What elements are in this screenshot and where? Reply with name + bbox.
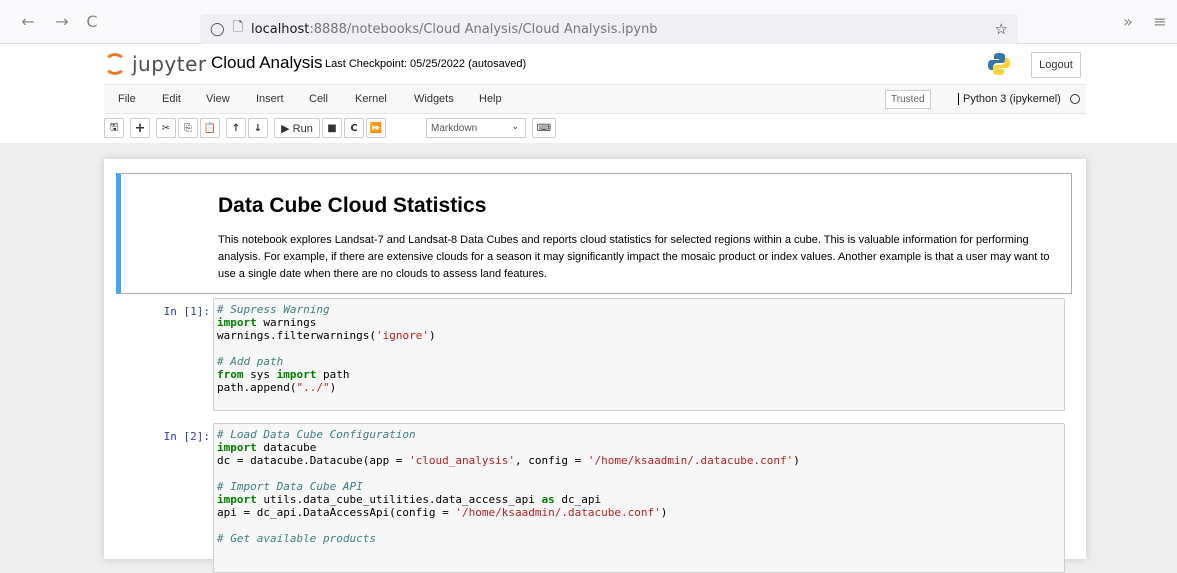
checkpoint-status: Last Checkpoint: 05/25/2022 (autosaved) [325, 58, 527, 70]
menu-cell[interactable]: Cell [309, 93, 328, 105]
browser-toolbar: ← → C ◯ 🗋 localhost:8888/notebooks/Cloud… [0, 0, 1177, 44]
cell-type-select[interactable]: Markdown ⌄ [426, 118, 526, 138]
back-arrow-icon[interactable]: ← [18, 11, 38, 31]
run-button[interactable]: ▶ Run [274, 118, 320, 138]
menu-widgets[interactable]: Widgets [414, 93, 454, 105]
menu-view[interactable]: View [206, 93, 230, 105]
menu-bar: File Edit View Insert Cell Kernel Widget… [104, 84, 1086, 114]
markdown-paragraph: This notebook explores Landsat-7 and Lan… [218, 234, 1050, 280]
python-logo-icon [988, 53, 1010, 75]
cell-prompt: In [1]: [163, 305, 210, 318]
interrupt-button[interactable]: ■ [322, 118, 342, 138]
cut-button[interactable]: ✂ [156, 118, 176, 138]
notebook-container: Data Cube Cloud Statistics This notebook… [104, 159, 1086, 573]
jupyter-logo-icon [104, 53, 126, 75]
save-button[interactable]: 🖫 [104, 118, 124, 138]
move-down-button[interactable]: ↓ [248, 118, 268, 138]
shield-icon: ◯ [210, 21, 225, 37]
hamburger-menu-icon[interactable]: ≡ [1150, 11, 1170, 31]
copy-button[interactable]: ⎘ [178, 118, 198, 138]
menu-kernel[interactable]: Kernel [355, 93, 387, 105]
kernel-name[interactable]: Python 3 (ipykernel) [958, 93, 1061, 105]
bookmark-star-icon[interactable]: ☆ [995, 20, 1008, 38]
command-palette-button[interactable]: ⌨ [532, 118, 556, 138]
jupyter-header: jupyter Cloud Analysis Last Checkpoint: … [0, 44, 1177, 143]
code-cell-input[interactable]: # Load Data Cube Configuration import dat… [213, 423, 1065, 573]
jupyter-logo[interactable]: jupyter [104, 52, 207, 76]
insert-cell-button[interactable]: + [130, 118, 150, 138]
url-text: localhost:8888/notebooks/Cloud Analysis/… [251, 21, 658, 37]
menu-insert[interactable]: Insert [256, 93, 284, 105]
restart-button[interactable]: C [344, 118, 364, 138]
menu-help[interactable]: Help [479, 93, 502, 105]
forward-arrow-icon[interactable]: → [52, 11, 72, 31]
move-up-button[interactable]: ↑ [226, 118, 246, 138]
markdown-cell[interactable]: Data Cube Cloud Statistics This notebook… [116, 173, 1072, 294]
cell-prompt: In [2]: [163, 430, 210, 443]
address-bar[interactable]: ◯ 🗋 localhost:8888/notebooks/Cloud Analy… [200, 14, 1018, 44]
code-cell-input[interactable]: # Supress Warning import warnings warnings… [213, 298, 1065, 411]
chevron-down-icon: ⌄ [511, 122, 519, 132]
notebook-area: Data Cube Cloud Statistics This notebook… [0, 143, 1177, 573]
notebook-title[interactable]: Cloud Analysis [211, 53, 323, 73]
markdown-heading: Data Cube Cloud Statistics [218, 194, 487, 217]
logout-button[interactable]: Logout [1031, 52, 1081, 78]
reload-icon[interactable]: C [82, 11, 102, 31]
trusted-badge[interactable]: Trusted [885, 90, 931, 109]
kernel-status-indicator-icon [1070, 94, 1080, 104]
restart-run-all-button[interactable]: ⏩ [366, 118, 386, 138]
menu-file[interactable]: File [118, 93, 136, 105]
page-icon: 🗋 [232, 20, 244, 35]
extensions-icon[interactable]: » [1118, 11, 1138, 31]
menu-edit[interactable]: Edit [162, 93, 181, 105]
paste-button[interactable]: 📋 [200, 118, 220, 138]
